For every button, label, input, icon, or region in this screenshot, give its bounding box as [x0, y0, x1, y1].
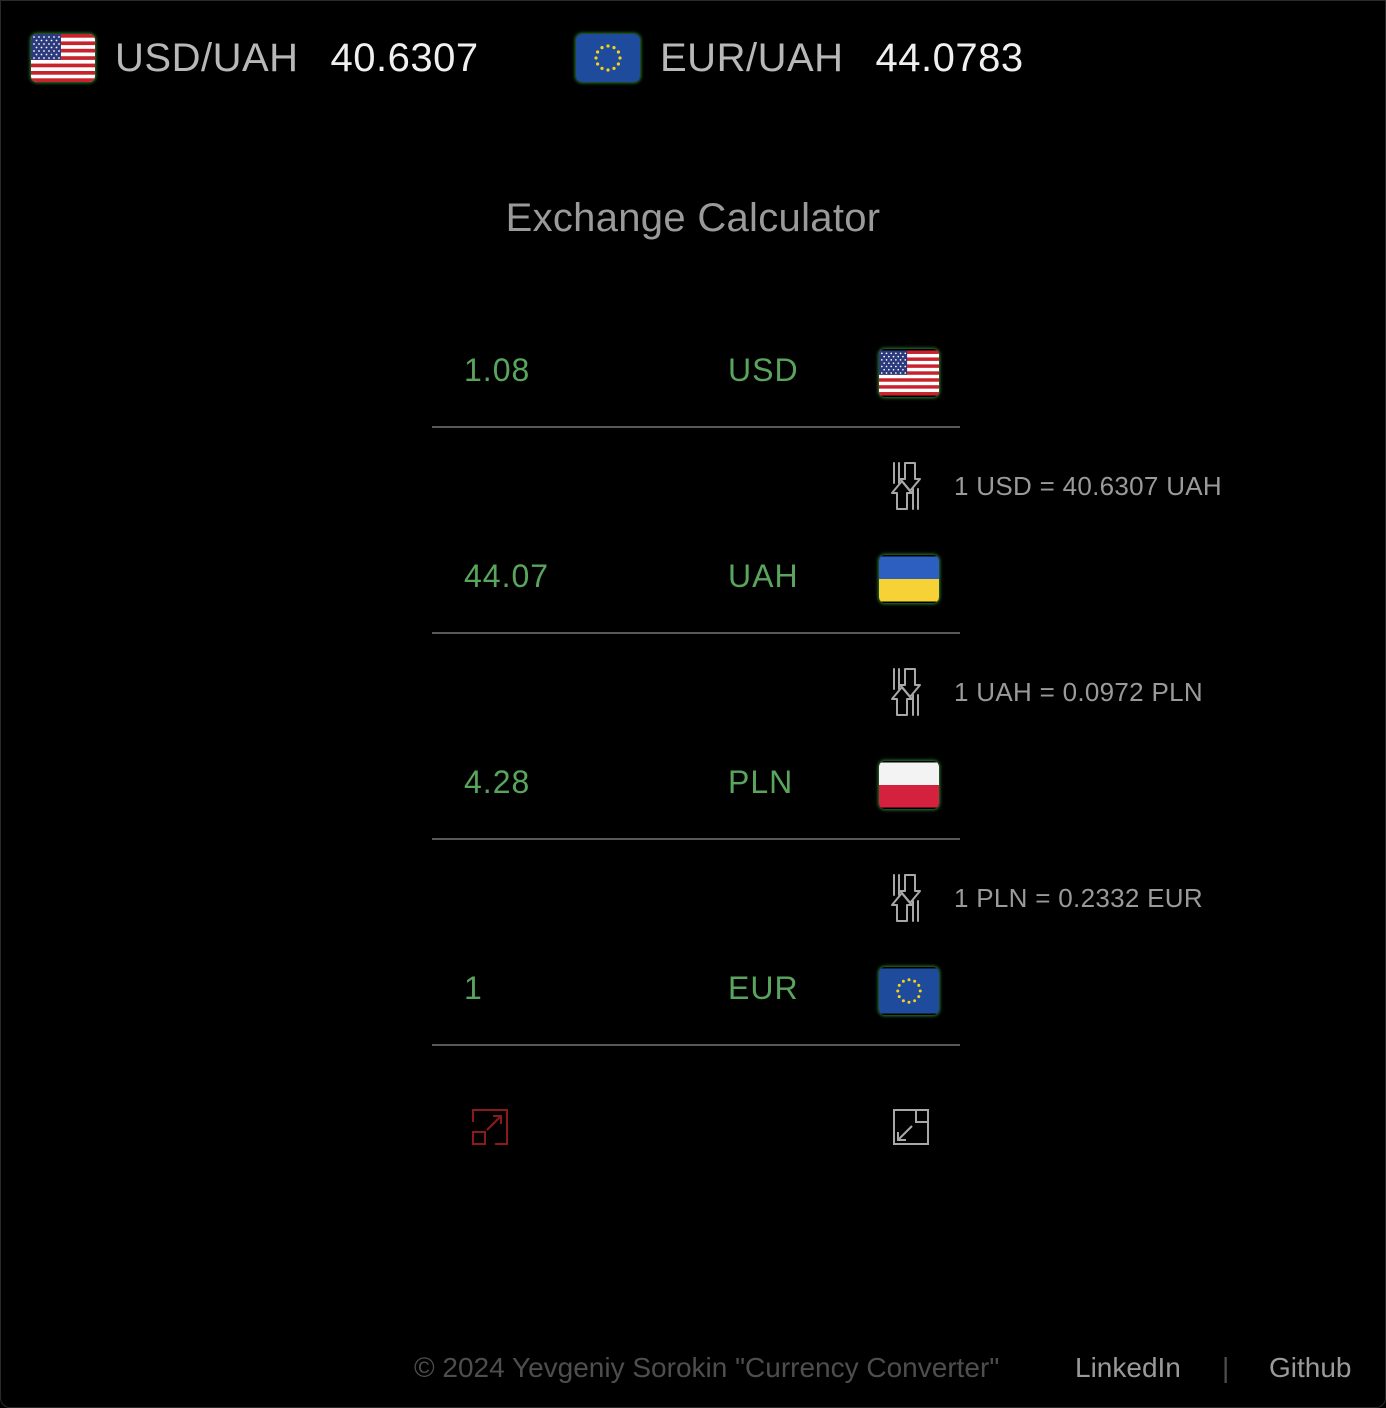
currency-row-usd: USD [432, 326, 960, 428]
currency-code: PLN [728, 764, 794, 800]
currency-code: EUR [728, 970, 799, 1006]
page-title: Exchange Calculator [505, 196, 881, 240]
conversion-rate-text: 1 UAH = 0.0972 PLN [954, 676, 1203, 707]
rate-pair-label: USD/UAH [115, 35, 299, 80]
amount-input-usd[interactable] [464, 352, 664, 389]
currency-row-eur: EUR [432, 944, 960, 1046]
eu-flag-icon [576, 34, 640, 82]
copyright-text: © 2024 Yevgeniy Sorokin "Currency Conver… [414, 1352, 1000, 1383]
pl-flag-icon[interactable] [879, 761, 939, 809]
footer: © 2024 Yevgeniy Sorokin "Currency Conver… [0, 1352, 1386, 1392]
currency-code: UAH [728, 558, 799, 594]
amount-input-pln[interactable] [464, 764, 664, 801]
rate-pair-label: EUR/UAH [660, 35, 844, 80]
conversion-pln-eur: 1 PLN = 0.2332 EUR [888, 871, 1203, 925]
footer-separator: | [1222, 1352, 1230, 1383]
currency-row-uah: UAH [432, 532, 960, 634]
swap-arrows-icon[interactable] [888, 665, 924, 719]
amount-input-uah[interactable] [464, 558, 664, 595]
conversion-rate-text: 1 PLN = 0.2332 EUR [954, 882, 1203, 913]
us-flag-icon [31, 34, 95, 82]
expand-icon[interactable] [471, 1108, 509, 1146]
ua-flag-icon[interactable] [879, 555, 939, 603]
amount-input-eur[interactable] [464, 970, 664, 1007]
rate-value: 44.0783 [875, 35, 1024, 80]
swap-arrows-icon[interactable] [888, 871, 924, 925]
conversion-rate-text: 1 USD = 40.6307 UAH [954, 470, 1223, 501]
rate-value: 40.6307 [330, 35, 479, 80]
conversion-uah-pln: 1 UAH = 0.0972 PLN [888, 665, 1203, 719]
conversion-usd-uah: 1 USD = 40.6307 UAH [888, 459, 1222, 513]
eu-flag-icon[interactable] [879, 967, 939, 1015]
currency-row-pln: PLN [432, 738, 960, 840]
currency-code: USD [728, 352, 799, 388]
linkedin-link[interactable]: LinkedIn [1075, 1352, 1181, 1384]
collapse-icon[interactable] [892, 1108, 930, 1146]
rate-eur-uah: EUR/UAH 44.0783 [576, 30, 1024, 86]
github-link[interactable]: Github [1269, 1352, 1352, 1384]
swap-arrows-icon[interactable] [888, 459, 924, 513]
us-flag-icon[interactable] [879, 349, 939, 397]
rate-usd-uah: USD/UAH 40.6307 [31, 30, 479, 86]
